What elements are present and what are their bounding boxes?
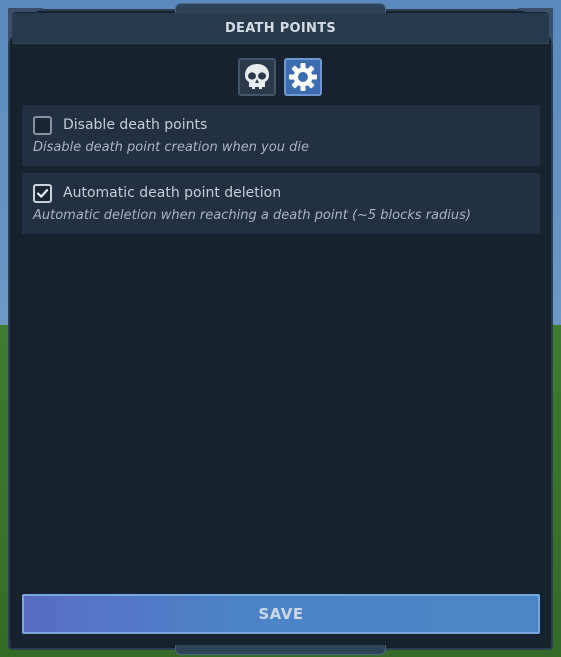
- gear-icon: [289, 63, 317, 91]
- checkmark-icon: [36, 189, 49, 198]
- window-title: DEATH POINTS: [224, 20, 337, 36]
- save-button[interactable]: SAVE: [22, 594, 540, 634]
- option-label: Automatic death point deletion: [63, 185, 282, 201]
- title-bar: DEATH POINTS: [12, 13, 549, 44]
- option-automatic-deletion: Automatic death point deletion Automatic…: [22, 173, 540, 234]
- window-bottom-tab: [175, 645, 386, 655]
- option-disable-death-points: Disable death points Disable death point…: [22, 105, 540, 166]
- save-button-label: SAVE: [258, 605, 304, 623]
- tab-settings[interactable]: [284, 58, 322, 96]
- option-label: Disable death points: [63, 117, 208, 133]
- automatic-deletion-checkbox[interactable]: [33, 184, 52, 203]
- disable-death-points-checkbox[interactable]: [33, 116, 52, 135]
- tab-death-points[interactable]: [238, 58, 276, 96]
- option-description: Disable death point creation when you di…: [33, 140, 309, 155]
- skull-icon: [245, 64, 269, 89]
- option-description: Automatic deletion when reaching a death…: [33, 208, 471, 223]
